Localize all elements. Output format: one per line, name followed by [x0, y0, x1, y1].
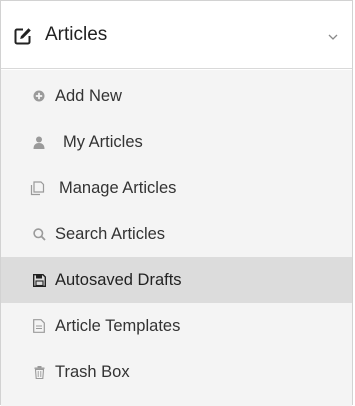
- chevron-down-icon[interactable]: [326, 30, 340, 42]
- user-icon: [32, 133, 46, 151]
- menu-item-trash-box[interactable]: Trash Box: [1, 349, 352, 395]
- menu-item-search-articles[interactable]: Search Articles: [1, 211, 352, 257]
- menu-item-autosaved-drafts[interactable]: Autosaved Drafts: [1, 257, 352, 303]
- menu-item-article-templates[interactable]: Article Templates: [1, 303, 352, 349]
- menu-item-add-new[interactable]: Add New: [1, 73, 352, 119]
- menu-item-label: Add New: [55, 87, 122, 105]
- page-title: Articles: [45, 24, 108, 45]
- menu-item-manage-articles[interactable]: Manage Articles: [1, 165, 352, 211]
- menu-item-my-articles[interactable]: My Articles: [1, 119, 352, 165]
- copy-documents-icon: [28, 179, 46, 197]
- floppy-disk-icon: [32, 271, 46, 289]
- trash-icon: [32, 363, 46, 381]
- articles-submenu: Add New My Articles Manage Articles Sear…: [1, 70, 352, 406]
- edit-square-icon: [14, 27, 32, 45]
- menu-item-label: My Articles: [63, 133, 143, 151]
- menu-item-label: Autosaved Drafts: [55, 271, 182, 289]
- menu-item-label: Manage Articles: [59, 179, 177, 197]
- plus-circle-icon: [32, 87, 46, 105]
- articles-menu-header[interactable]: Articles: [1, 1, 352, 69]
- menu-item-label: Search Articles: [55, 225, 166, 243]
- articles-menu-panel: Articles Add New My Articles Manage Arti…: [0, 0, 353, 406]
- search-icon: [32, 225, 46, 243]
- menu-item-label: Trash Box: [55, 363, 130, 381]
- menu-item-label: Article Templates: [55, 317, 181, 335]
- document-template-icon: [32, 317, 46, 335]
